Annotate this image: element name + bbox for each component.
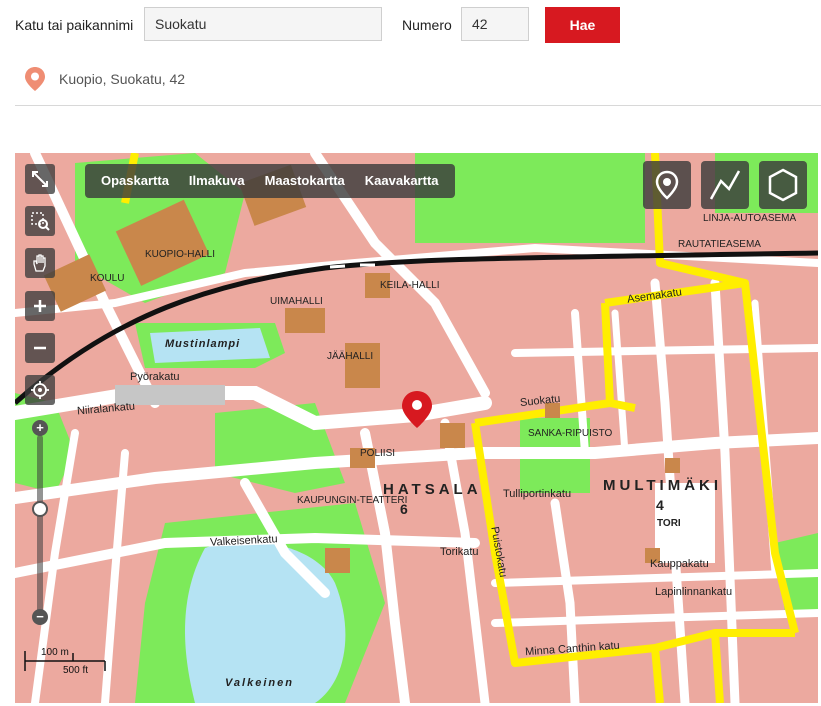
search-bar: Katu tai paikannimi Numero Hae: [0, 0, 821, 52]
layer-maastokartta[interactable]: Maastokartta: [255, 164, 355, 198]
zoom-slider-track[interactable]: [37, 435, 43, 620]
label-tulliportinkatu: Tulliportinkatu: [503, 488, 572, 500]
label-tori: TORI: [657, 518, 681, 529]
map-canvas[interactable]: [15, 153, 818, 703]
label-kuopio-halli: KUOPIO-HALLI: [145, 249, 216, 260]
street-label: Katu tai paikannimi: [15, 17, 134, 33]
plus-icon: [34, 300, 46, 312]
label-torikatu: Torikatu: [440, 546, 479, 558]
label-keilahalli: KEILA-HALLI: [380, 280, 440, 291]
expand-icon: [32, 171, 48, 187]
pan-button[interactable]: [25, 248, 55, 278]
marker-icon: [655, 170, 679, 200]
hexagon-icon: [768, 168, 798, 202]
label-sankaripuisto: SANKA-RIPUISTO: [528, 428, 613, 439]
minus-icon: [34, 346, 46, 350]
label-district-hatsala-no: 6: [400, 501, 408, 517]
layer-opaskartta[interactable]: Opaskartta: [91, 164, 179, 198]
scale-imperial: 500 ft: [63, 665, 89, 676]
label-jaahalli: JÄÄHALLI: [327, 351, 374, 362]
label-poliisi: POLIISI: [360, 448, 396, 459]
zoom-box-icon: [31, 212, 50, 231]
search-button[interactable]: Hae: [545, 7, 620, 43]
locate-button[interactable]: [25, 375, 55, 405]
location-pin-icon: [25, 67, 45, 91]
draw-polygon-button[interactable]: [759, 161, 807, 209]
zoom-in-button[interactable]: [25, 291, 55, 321]
layer-switcher: Opaskartta Ilmakuva Maastokartta Kaavaka…: [85, 164, 455, 198]
label-rautatieasema: RAUTATIEASEMA: [678, 239, 761, 250]
zoom-slider-minus[interactable]: −: [32, 609, 48, 625]
label-koulu: KOULU: [90, 273, 125, 284]
divider: [15, 105, 821, 106]
zoom-out-button[interactable]: [25, 333, 55, 363]
label-kauppakatu: Kauppakatu: [650, 558, 709, 570]
fullscreen-button[interactable]: [25, 164, 55, 194]
zoom-slider-handle[interactable]: [32, 500, 48, 517]
scale-bar: 100 m 500 ft: [23, 647, 113, 677]
crosshair-icon: [31, 381, 49, 399]
label-valkeinen: Valkeinen: [225, 677, 294, 689]
result-address: Kuopio, Suokatu, 42: [59, 71, 186, 87]
zoom-box-button[interactable]: [25, 206, 55, 236]
draw-line-button[interactable]: [701, 161, 749, 209]
layer-kaavakartta[interactable]: Kaavakartta: [355, 164, 449, 198]
zoom-slider-plus[interactable]: +: [32, 420, 48, 436]
map-view[interactable]: KUOPIO-HALLI KOULU UIMAHALLI JÄÄHALLI KE…: [15, 153, 818, 703]
line-icon: [709, 170, 741, 200]
label-uimahalli: UIMAHALLI: [270, 296, 323, 307]
search-result[interactable]: Kuopio, Suokatu, 42: [24, 66, 185, 92]
label-mustinlampi: Mustinlampi: [165, 338, 241, 350]
label-linja-autoasema: LINJA-AUTOASEMA: [703, 213, 797, 224]
number-input[interactable]: [461, 7, 529, 41]
layer-ilmakuva[interactable]: Ilmakuva: [179, 164, 255, 198]
label-district-multimaki-no: 4: [656, 497, 664, 513]
scale-metric: 100 m: [41, 647, 69, 658]
label-district-hatsala: HATSALA: [383, 481, 482, 498]
draw-point-button[interactable]: [643, 161, 691, 209]
hand-icon: [33, 254, 46, 272]
label-lapinlinnankatu: Lapinlinnankatu: [655, 586, 733, 598]
street-input[interactable]: [144, 7, 382, 41]
number-label: Numero: [402, 17, 452, 33]
label-district-multimaki: MULTIMÄKI: [603, 477, 723, 494]
label-pyorakatu: Pyörakatu: [130, 371, 180, 383]
